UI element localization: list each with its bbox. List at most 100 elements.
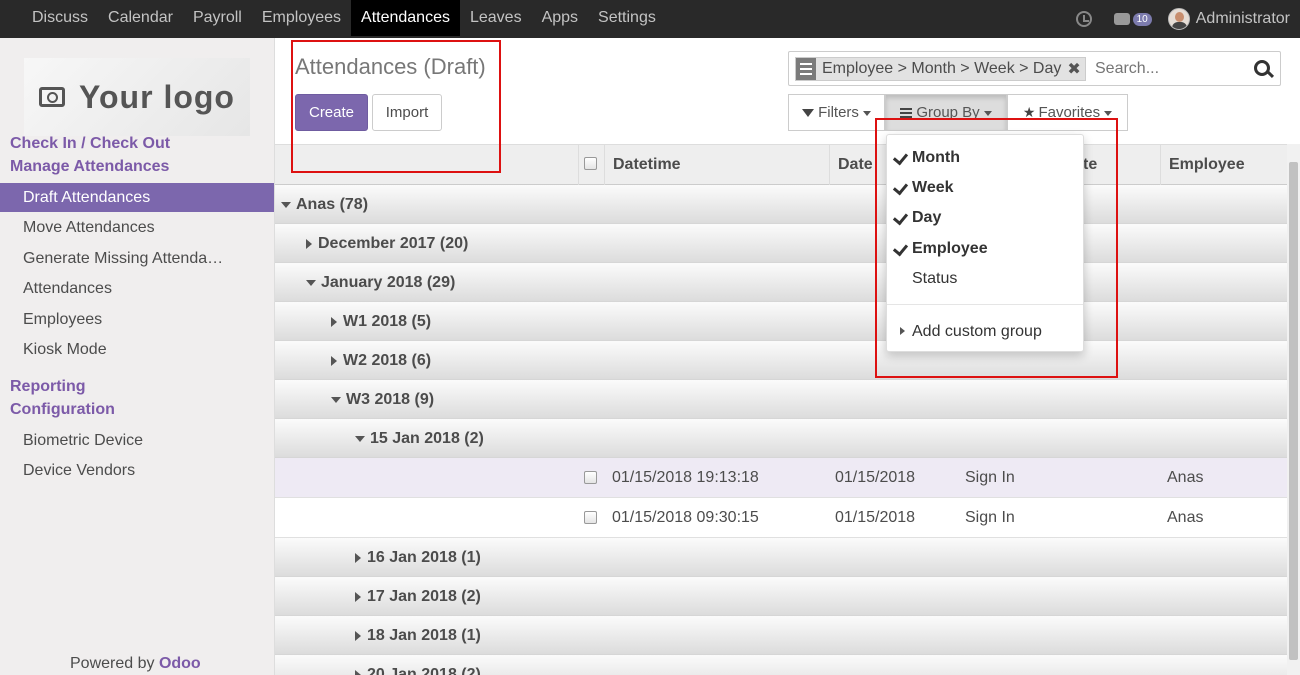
check-icon (892, 149, 909, 166)
group-label: 16 Jan 2018 (1) (367, 549, 481, 566)
chat-icon[interactable] (1113, 13, 1130, 25)
group-by-label: Group By (916, 104, 980, 121)
select-all-checkbox[interactable] (584, 157, 597, 170)
sidebar: Your logo Check In / Check Out Manage At… (0, 38, 275, 675)
camera-icon (39, 87, 66, 107)
row-checkbox[interactable] (584, 511, 597, 524)
facet-label: Employee > Month > Week > Day (822, 60, 1062, 77)
menu-employees[interactable]: Employees (252, 0, 351, 36)
groupby-facet-icon (796, 58, 816, 80)
sidebar-item-biometric-device[interactable]: Biometric Device (0, 426, 274, 455)
row-checkbox[interactable] (584, 471, 597, 484)
menu-discuss[interactable]: Discuss (22, 0, 98, 36)
group-by-dropdown: Month Week Day Employee Status Add custo… (886, 134, 1084, 352)
cell-datetime: 01/15/2018 19:13:18 (612, 469, 759, 486)
group-label: W2 2018 (6) (343, 352, 432, 369)
caret-right-icon (331, 355, 337, 366)
user-avatar[interactable] (1167, 8, 1190, 30)
cell-status: Sign In (965, 469, 1015, 486)
caret-down-icon (862, 110, 871, 116)
column-employee[interactable]: Employee (1160, 145, 1287, 185)
menu-calendar[interactable]: Calendar (98, 0, 183, 36)
column-datetime[interactable]: Datetime (604, 145, 829, 185)
company-logo: Your logo (24, 58, 250, 136)
top-navbar: Discuss Calendar Payroll Employees Atten… (0, 0, 1300, 38)
header-divider (578, 145, 579, 185)
group-row[interactable]: December 2017 (20) (275, 224, 1287, 263)
favorites-button[interactable]: ★ Favorites (1007, 94, 1128, 131)
groupby-option-day[interactable]: Day (887, 203, 1083, 233)
bars-icon (900, 108, 913, 119)
group-label: Anas (78) (296, 196, 369, 213)
cell-status: Sign In (965, 509, 1015, 526)
message-count-badge: 10 (1132, 12, 1152, 26)
check-icon (892, 209, 909, 226)
group-by-button[interactable]: Group By (885, 94, 1007, 131)
menu-settings[interactable]: Settings (588, 0, 666, 36)
group-row[interactable]: W3 2018 (9) (275, 380, 1287, 419)
caret-right-icon (355, 591, 361, 602)
option-label: Status (912, 270, 958, 287)
app-menu: Discuss Calendar Payroll Employees Atten… (22, 0, 666, 38)
section-check-in-out[interactable]: Check In / Check Out (10, 135, 170, 153)
groupby-option-status[interactable]: Status (887, 264, 1083, 294)
group-row[interactable]: 18 Jan 2018 (1) (275, 616, 1287, 655)
sidebar-item-kiosk-mode[interactable]: Kiosk Mode (0, 335, 274, 364)
menu-attendances[interactable]: Attendances (351, 0, 460, 36)
groupby-facet[interactable]: Employee > Month > Week > Day ✖ (795, 57, 1086, 81)
sidebar-item-attendances[interactable]: Attendances (0, 274, 274, 303)
sidebar-item-employees[interactable]: Employees (0, 305, 274, 334)
groupby-option-employee[interactable]: Employee (887, 234, 1083, 264)
sidebar-item-move-attendances[interactable]: Move Attendances (0, 213, 274, 242)
caret-right-icon (306, 238, 312, 249)
search-input[interactable] (1095, 59, 1245, 79)
create-button[interactable]: Create (295, 94, 368, 131)
scrollbar-thumb[interactable] (1289, 162, 1298, 660)
search-bar[interactable]: Employee > Month > Week > Day ✖ (788, 51, 1281, 86)
table-row[interactable]: 01/15/2018 19:13:18 01/15/2018 Sign In A… (275, 458, 1287, 498)
section-manage-attendances[interactable]: Manage Attendances (10, 158, 169, 176)
option-label: Employee (912, 240, 988, 257)
group-row[interactable]: 17 Jan 2018 (2) (275, 577, 1287, 616)
groupby-option-week[interactable]: Week (887, 173, 1083, 203)
group-label: 18 Jan 2018 (1) (367, 627, 481, 644)
caret-down-icon (281, 201, 291, 208)
option-label: Month (912, 149, 960, 166)
close-icon[interactable]: ✖ (1067, 59, 1084, 79)
caret-right-icon (355, 552, 361, 563)
group-label: 20 Jan 2018 (2) (367, 666, 481, 675)
group-row[interactable]: 20 Jan 2018 (2) (275, 655, 1287, 675)
filters-button[interactable]: Filters (788, 94, 885, 131)
clock-icon[interactable] (1075, 11, 1092, 27)
user-menu[interactable]: Administrator (1196, 10, 1290, 28)
list-view: Datetime Date te Employee Anas (78) Dece… (275, 144, 1287, 675)
add-custom-group[interactable]: Add custom group (887, 318, 1083, 346)
table-row[interactable]: 01/15/2018 09:30:15 01/15/2018 Sign In A… (275, 498, 1287, 538)
groupby-option-month[interactable]: Month (887, 143, 1083, 173)
control-panel: Attendances (Draft) Create Import Employ… (275, 38, 1300, 144)
search-icon[interactable] (1254, 60, 1270, 76)
group-label: W3 2018 (9) (346, 391, 435, 408)
page-title: Attendances (Draft) (295, 54, 486, 79)
menu-leaves[interactable]: Leaves (460, 0, 532, 36)
caret-down-icon (983, 110, 992, 116)
group-row[interactable]: January 2018 (29) (275, 263, 1287, 302)
menu-apps[interactable]: Apps (532, 0, 588, 36)
group-row[interactable]: W1 2018 (5) (275, 302, 1287, 341)
odoo-link[interactable]: Odoo (159, 655, 201, 672)
sidebar-item-draft-attendances[interactable]: Draft Attendances (0, 183, 274, 212)
group-row[interactable]: W2 2018 (6) (275, 341, 1287, 380)
section-reporting[interactable]: Reporting (10, 378, 86, 396)
sidebar-item-generate-missing[interactable]: Generate Missing Attenda… (0, 244, 274, 273)
sidebar-item-device-vendors[interactable]: Device Vendors (0, 456, 274, 485)
import-button[interactable]: Import (372, 94, 442, 131)
menu-payroll[interactable]: Payroll (183, 0, 252, 36)
cell-employee: Anas (1167, 509, 1204, 526)
group-row[interactable]: 16 Jan 2018 (1) (275, 538, 1287, 577)
group-row[interactable]: Anas (78) (275, 185, 1287, 224)
check-icon (892, 179, 909, 196)
group-row[interactable]: 15 Jan 2018 (2) (275, 419, 1287, 458)
section-configuration[interactable]: Configuration (10, 401, 115, 419)
caret-down-icon (355, 435, 365, 442)
list-scrollbar[interactable] (1287, 144, 1300, 675)
